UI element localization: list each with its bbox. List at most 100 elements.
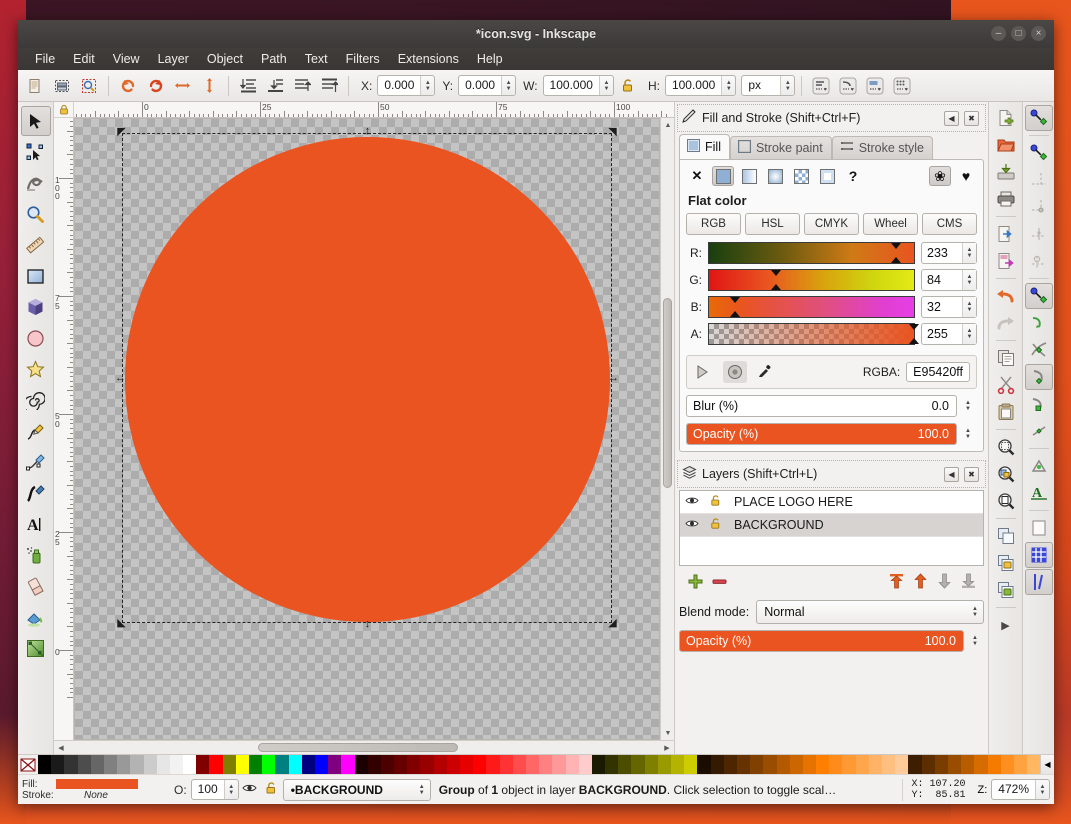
- channel-input-g[interactable]: 84 ▲ ▼: [921, 269, 977, 291]
- palette-swatch[interactable]: [209, 755, 223, 775]
- resize-handle-se[interactable]: ◢: [607, 618, 618, 629]
- statusbar-stroke-value[interactable]: None: [56, 790, 168, 801]
- palette-swatch[interactable]: [512, 755, 526, 775]
- menu-item-view[interactable]: View: [104, 50, 149, 68]
- horizontal-scroll-track[interactable]: [68, 741, 660, 754]
- w-stepper[interactable]: ▲ ▼: [598, 76, 613, 95]
- palette-swatch[interactable]: [64, 755, 78, 775]
- scroll-up-button[interactable]: ▲: [661, 118, 675, 132]
- palette-swatch[interactable]: [183, 755, 197, 775]
- menu-item-help[interactable]: Help: [468, 50, 512, 68]
- ellipse-tool[interactable]: [21, 323, 51, 353]
- w-spinner[interactable]: 100.000 ▲ ▼: [542, 75, 614, 96]
- palette-swatch[interactable]: [895, 755, 909, 775]
- cut-icon[interactable]: [992, 372, 1020, 398]
- snap-bbox-corners-icon[interactable]: [1025, 194, 1053, 220]
- snap-page-border-icon[interactable]: [1025, 515, 1053, 541]
- fill-opacity-slider[interactable]: Opacity (%) 100.0: [686, 423, 957, 445]
- zoom-input[interactable]: 472%: [992, 780, 1035, 799]
- swatch-button[interactable]: [816, 166, 838, 186]
- snap-cusp-nodes-icon[interactable]: [1024, 364, 1053, 390]
- tab-stroke-paint[interactable]: Stroke paint: [729, 136, 832, 159]
- snap-grid-icon[interactable]: [1024, 542, 1053, 568]
- palette-swatch[interactable]: [288, 755, 302, 775]
- palette-swatch[interactable]: [776, 755, 790, 775]
- scroll-down-button[interactable]: ▼: [661, 726, 675, 740]
- tweak-tool[interactable]: [21, 168, 51, 198]
- overflow-arrow-icon[interactable]: ▶: [992, 612, 1020, 638]
- scroll-right-button[interactable]: ▶: [660, 741, 674, 755]
- snap-nodes-icon[interactable]: [1024, 283, 1053, 309]
- palette-swatch[interactable]: [169, 755, 184, 775]
- color-wheel-button[interactable]: [723, 361, 747, 383]
- channel-slider-r[interactable]: [708, 242, 915, 264]
- blur-slider[interactable]: Blur (%) 0.0: [686, 395, 957, 417]
- zoom-tool[interactable]: [21, 199, 51, 229]
- snap-smooth-nodes-icon[interactable]: [1025, 391, 1053, 417]
- undo-icon[interactable]: [992, 283, 1020, 309]
- palette-swatch[interactable]: [868, 755, 882, 775]
- channel-stepper[interactable]: ▲ ▼: [962, 270, 976, 290]
- selector-tool[interactable]: [20, 106, 51, 136]
- raise-layer-button[interactable]: [908, 570, 932, 592]
- selection-bounding-box[interactable]: ◤ ↕ ◥ ↔ ↔ ◣ ↕ ◢: [115, 126, 619, 630]
- palette-swatch[interactable]: [789, 755, 803, 775]
- palette-swatch[interactable]: [1000, 755, 1014, 775]
- channel-input-r[interactable]: 233 ▲ ▼: [921, 242, 977, 264]
- palette-swatch[interactable]: [90, 755, 104, 775]
- palette-swatch[interactable]: [1027, 755, 1041, 775]
- scale-stroke-icon[interactable]: [808, 73, 834, 99]
- palette-swatch[interactable]: [908, 755, 922, 775]
- units-value[interactable]: px: [742, 76, 781, 95]
- palette-swatch[interactable]: [644, 755, 658, 775]
- spray-tool[interactable]: [21, 540, 51, 570]
- statusbar-opacity-input[interactable]: 100: [191, 780, 224, 799]
- layer-selector-combo[interactable]: •BACKGROUND ▲ ▼: [282, 778, 431, 801]
- snap-text-baseline-icon[interactable]: A: [1025, 480, 1053, 506]
- vertical-ruler[interactable]: 100 75 50 25 0: [54, 118, 74, 740]
- blur-stepper[interactable]: ▲ ▼: [961, 395, 977, 417]
- channel-input-a[interactable]: 255 ▲ ▼: [921, 323, 977, 345]
- lock-open-icon[interactable]: [704, 517, 728, 533]
- lock-open-icon[interactable]: [704, 494, 728, 510]
- canvas-horizontal-scrollbar[interactable]: ◀ ▶: [54, 740, 674, 754]
- 3dbox-tool[interactable]: [21, 292, 51, 322]
- channel-value[interactable]: 255: [922, 324, 962, 344]
- palette-swatch[interactable]: [934, 755, 948, 775]
- no-color-icon[interactable]: [18, 755, 38, 774]
- palette-swatch[interactable]: [328, 755, 342, 775]
- h-stepper[interactable]: ▲ ▼: [721, 76, 736, 95]
- palette-swatch[interactable]: [750, 755, 764, 775]
- palette-swatch[interactable]: [301, 755, 315, 775]
- horizontal-scroll-thumb[interactable]: [258, 743, 458, 752]
- collapse-icon[interactable]: ◀: [944, 110, 959, 126]
- even-odd-fillrule-button[interactable]: ❀: [929, 166, 951, 186]
- gradient-tool[interactable]: [21, 633, 51, 663]
- menu-item-path[interactable]: Path: [252, 50, 296, 68]
- y-input[interactable]: 0.000: [459, 76, 502, 95]
- enable-snapping-icon[interactable]: [1024, 105, 1053, 131]
- palette-swatch[interactable]: [354, 755, 368, 775]
- eye-icon[interactable]: [680, 495, 704, 509]
- palette-swatch[interactable]: [855, 755, 869, 775]
- last-used-color-button[interactable]: [693, 361, 717, 383]
- y-stepper[interactable]: ▲ ▼: [501, 76, 516, 95]
- minimize-button[interactable]: –: [991, 26, 1006, 41]
- palette-swatch[interactable]: [763, 755, 777, 775]
- palette-swatch[interactable]: [684, 755, 698, 775]
- palette-swatch[interactable]: [117, 755, 131, 775]
- palette-swatch[interactable]: [38, 755, 52, 775]
- menu-item-object[interactable]: Object: [198, 50, 252, 68]
- palette-swatch[interactable]: [367, 755, 381, 775]
- channel-input-b[interactable]: 32 ▲ ▼: [921, 296, 977, 318]
- measure-tool[interactable]: [21, 230, 51, 260]
- layer-selector-stepper[interactable]: ▲ ▼: [414, 784, 430, 796]
- color-mode-wheel[interactable]: Wheel: [863, 213, 918, 235]
- fill-opacity-stepper[interactable]: ▲ ▼: [961, 423, 977, 445]
- resize-handle-n[interactable]: ↕: [362, 126, 373, 137]
- lower-to-bottom-icon[interactable]: [235, 73, 261, 99]
- palette-swatches[interactable]: [38, 755, 1041, 775]
- palette-swatch[interactable]: [987, 755, 1001, 775]
- channel-slider-g[interactable]: [708, 269, 915, 291]
- x-stepper[interactable]: ▲ ▼: [420, 76, 435, 95]
